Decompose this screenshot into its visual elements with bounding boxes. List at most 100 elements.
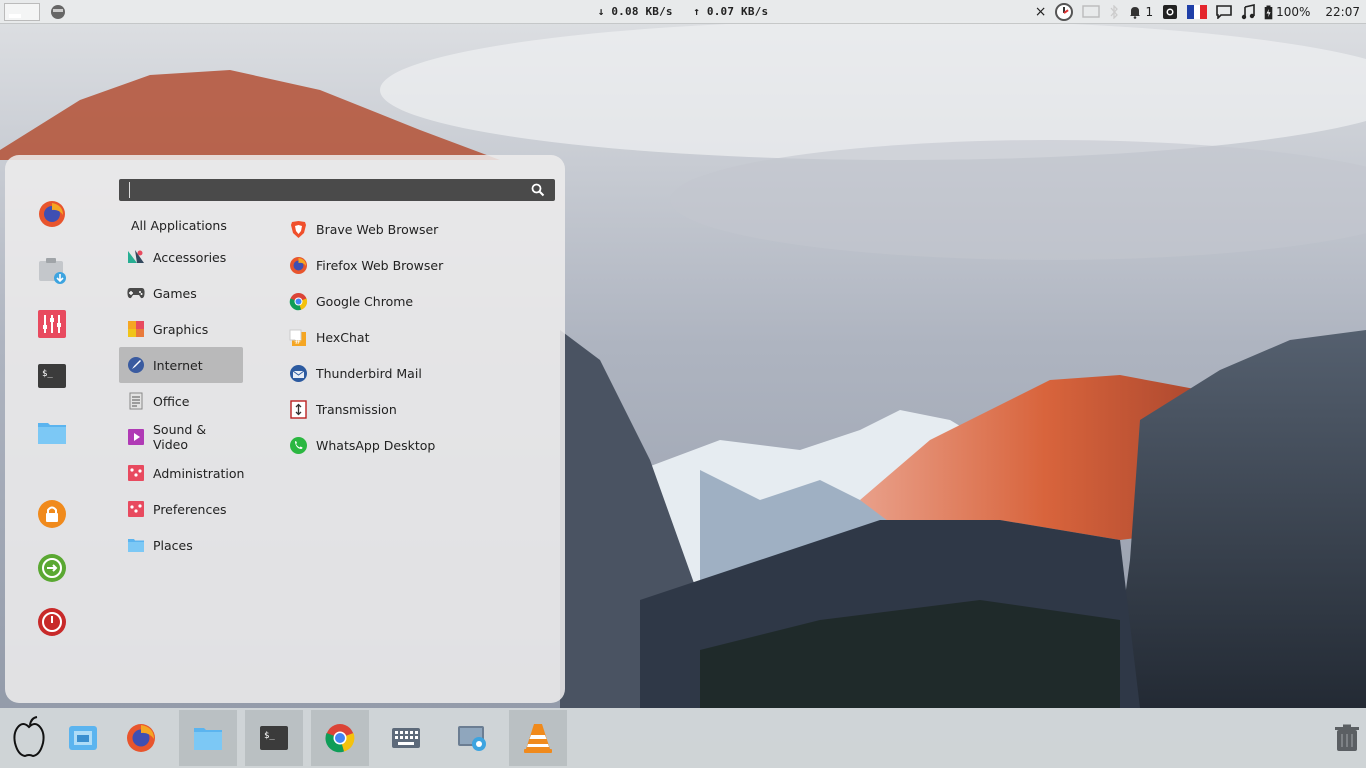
clock-text[interactable]: 22:07 <box>1325 5 1360 19</box>
folder-icon <box>194 728 222 750</box>
dock-terminal[interactable]: $_ <box>245 710 303 766</box>
app-label: Brave Web Browser <box>316 221 439 237</box>
dock-file-manager[interactable] <box>54 710 112 766</box>
svg-text:$_: $_ <box>264 731 275 741</box>
favorite-settings[interactable] <box>37 309 67 339</box>
folder-icon <box>38 423 66 444</box>
app-label: HexChat <box>316 329 370 345</box>
dock-firefox[interactable] <box>112 710 170 766</box>
application-menu: $_ All Applications Accessories Games Gr… <box>5 155 565 703</box>
battery-icon[interactable]: 100% <box>1264 4 1310 20</box>
file-manager-icon <box>69 726 97 750</box>
logout-icon <box>38 554 66 582</box>
app-transmission[interactable]: Transmission <box>289 391 549 427</box>
notifications-icon[interactable]: 1 <box>1128 4 1153 20</box>
vlc-icon <box>524 724 552 753</box>
favorites-column: $_ <box>5 155 101 703</box>
application-list: Brave Web Browser Firefox Web Browser Go… <box>289 211 549 463</box>
screenshot-icon <box>458 726 486 751</box>
favorite-software-install[interactable] <box>37 255 67 285</box>
category-label: Office <box>153 393 190 409</box>
dock-vlc[interactable] <box>509 710 567 766</box>
chat-icon[interactable] <box>1216 4 1232 20</box>
category-all-applications[interactable]: All Applications <box>119 215 243 235</box>
firefox-icon <box>289 256 308 275</box>
app-label: Thunderbird Mail <box>316 365 422 381</box>
graphics-icon <box>127 320 145 338</box>
dock-trash[interactable] <box>1318 710 1366 766</box>
category-label: Games <box>153 285 197 301</box>
music-icon[interactable] <box>1241 4 1255 20</box>
thunderbird-icon <box>289 364 308 383</box>
shutdown-button[interactable] <box>37 607 67 637</box>
net-down-text: ↓ 0.08 KB/s <box>597 5 673 18</box>
internet-icon <box>127 356 145 374</box>
logout-button[interactable] <box>37 553 67 583</box>
app-label: Google Chrome <box>316 293 414 309</box>
search-icon[interactable] <box>531 183 545 197</box>
app-whatsapp[interactable]: WhatsApp Desktop <box>289 427 549 463</box>
app-chrome[interactable]: Google Chrome <box>289 283 549 319</box>
category-preferences[interactable]: Preferences <box>119 491 243 527</box>
category-label: All Applications <box>131 217 227 233</box>
lock-screen-button[interactable] <box>37 499 67 529</box>
search-input[interactable] <box>129 182 519 198</box>
favorite-terminal[interactable]: $_ <box>37 361 67 391</box>
category-label: Sound & Video <box>153 422 207 452</box>
battery-percent: 100% <box>1276 5 1311 19</box>
camera-icon[interactable] <box>1162 4 1178 20</box>
category-graphics[interactable]: Graphics <box>119 311 243 347</box>
dock-chrome[interactable] <box>311 710 369 766</box>
screen-icon[interactable] <box>1082 4 1101 20</box>
favorite-files[interactable] <box>37 417 67 447</box>
apple-menu-button[interactable] <box>0 710 58 766</box>
dock-files[interactable] <box>179 710 237 766</box>
svg-text:$_: $_ <box>42 369 53 379</box>
category-label: Graphics <box>153 321 209 337</box>
category-label: Preferences <box>153 501 227 517</box>
category-label: Internet <box>153 357 203 373</box>
net-up-text: ↑ 0.07 KB/s <box>693 5 769 18</box>
app-thunderbird[interactable]: Thunderbird Mail <box>289 355 549 391</box>
category-office[interactable]: Office <box>119 383 243 419</box>
close-icon[interactable]: × <box>1035 4 1047 20</box>
category-games[interactable]: Games <box>119 275 243 311</box>
bluetooth-icon[interactable] <box>1109 4 1119 20</box>
transmission-icon <box>289 399 308 419</box>
keyboard-icon <box>392 728 420 748</box>
favorite-firefox[interactable] <box>37 199 67 229</box>
power-icon <box>38 608 66 636</box>
category-accessories[interactable]: Accessories <box>119 239 243 275</box>
notification-count: 1 <box>1145 5 1154 19</box>
whatsapp-icon <box>289 436 308 455</box>
app-brave[interactable]: Brave Web Browser <box>289 211 549 247</box>
software-install-icon <box>39 258 66 284</box>
app-hexchat[interactable]: # HexChat <box>289 319 549 355</box>
category-places[interactable]: Places <box>119 527 243 563</box>
hexchat-icon: # <box>289 328 308 347</box>
media-icon <box>127 428 145 446</box>
category-internet[interactable]: Internet <box>119 347 243 383</box>
dock: $_ <box>0 708 1366 768</box>
trash-icon <box>1335 724 1359 751</box>
dock-screenshot[interactable] <box>443 710 501 766</box>
terminal-icon: $_ <box>260 726 288 750</box>
system-tray: × 1 100% 22:07 <box>1035 0 1360 24</box>
category-label: Accessories <box>153 249 227 265</box>
category-list: All Applications Accessories Games Graph… <box>119 215 244 563</box>
chrome-icon <box>289 292 308 311</box>
folder-icon <box>127 536 145 554</box>
lock-icon <box>38 500 66 528</box>
dock-keyboard[interactable] <box>377 710 435 766</box>
top-panel: ↓ 0.08 KB/s ↑ 0.07 KB/s × 1 100% 22:07 <box>0 0 1366 24</box>
keyboard-layout-fr-icon[interactable] <box>1187 4 1208 20</box>
search-bar <box>119 179 555 201</box>
category-sound-video[interactable]: Sound & Video <box>119 419 243 455</box>
category-administration[interactable]: Administration <box>119 455 244 491</box>
terminal-icon: $_ <box>38 364 66 388</box>
svg-text:#: # <box>294 337 302 347</box>
firefox-icon <box>127 724 155 752</box>
clock-app-icon[interactable] <box>1055 3 1074 21</box>
app-label: WhatsApp Desktop <box>316 437 436 453</box>
app-firefox[interactable]: Firefox Web Browser <box>289 247 549 283</box>
